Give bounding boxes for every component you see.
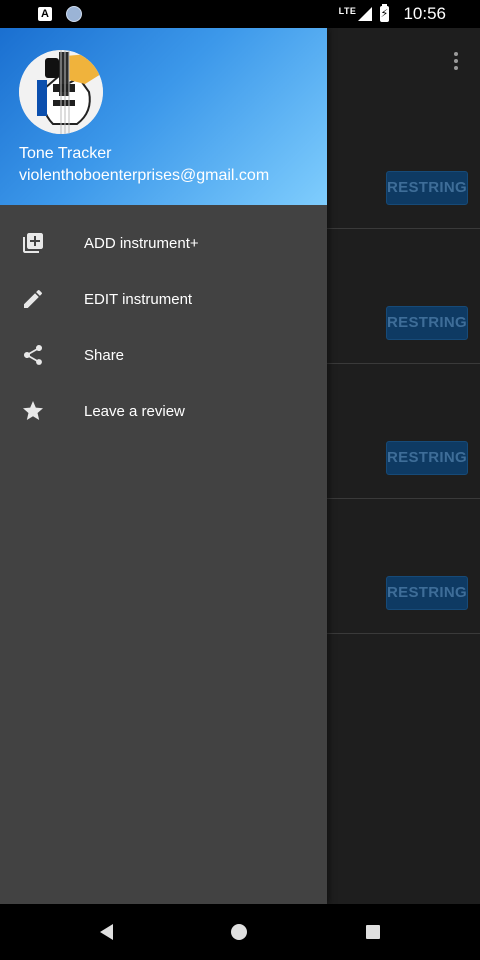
recents-icon[interactable] [366,925,380,939]
restring-button[interactable]: RESTRING [386,171,468,205]
navigation-drawer: Tone Tracker violenthoboenterprises@gmai… [0,28,327,904]
menu-item-edit-instrument[interactable]: EDIT instrument [0,271,327,327]
screen: A LTE 10:56 RESTRING RESTRING RESTRING R… [0,0,480,960]
add-box-icon [20,230,46,256]
drawer-menu: ADD instrument+ EDIT instrument Share Le… [0,215,327,439]
lte-icon: LTE [338,6,357,16]
status-bar: A LTE 10:56 [0,0,480,28]
pencil-icon [20,286,46,312]
sync-circle-icon [66,6,82,22]
restring-button[interactable]: RESTRING [386,441,468,475]
menu-item-add-instrument[interactable]: ADD instrument+ [0,215,327,271]
home-icon[interactable] [231,924,247,940]
menu-item-label: ADD instrument+ [84,234,199,252]
system-nav-bar [0,904,480,960]
star-icon [20,398,46,424]
menu-item-leave-review[interactable]: Leave a review [0,383,327,439]
menu-item-label: EDIT instrument [84,290,193,308]
menu-item-label: Share [84,346,125,364]
status-time: 10:56 [403,4,446,23]
app-name: Tone Tracker [19,145,112,162]
restring-button[interactable]: RESTRING [386,306,468,340]
menu-item-label: Leave a review [84,402,185,420]
notification-a-icon: A [38,7,52,21]
restring-button[interactable]: RESTRING [386,576,468,610]
battery-charging-icon [380,4,390,22]
more-vert-icon[interactable] [454,52,458,70]
menu-item-share[interactable]: Share [0,327,327,383]
drawer-header: Tone Tracker violenthoboenterprises@gmai… [0,28,327,205]
guitar-logo-icon [19,50,103,134]
back-icon[interactable] [100,924,113,940]
share-icon [20,342,46,368]
signal-icon [358,7,373,21]
account-email: violenthoboenterprises@gmail.com [19,167,270,184]
